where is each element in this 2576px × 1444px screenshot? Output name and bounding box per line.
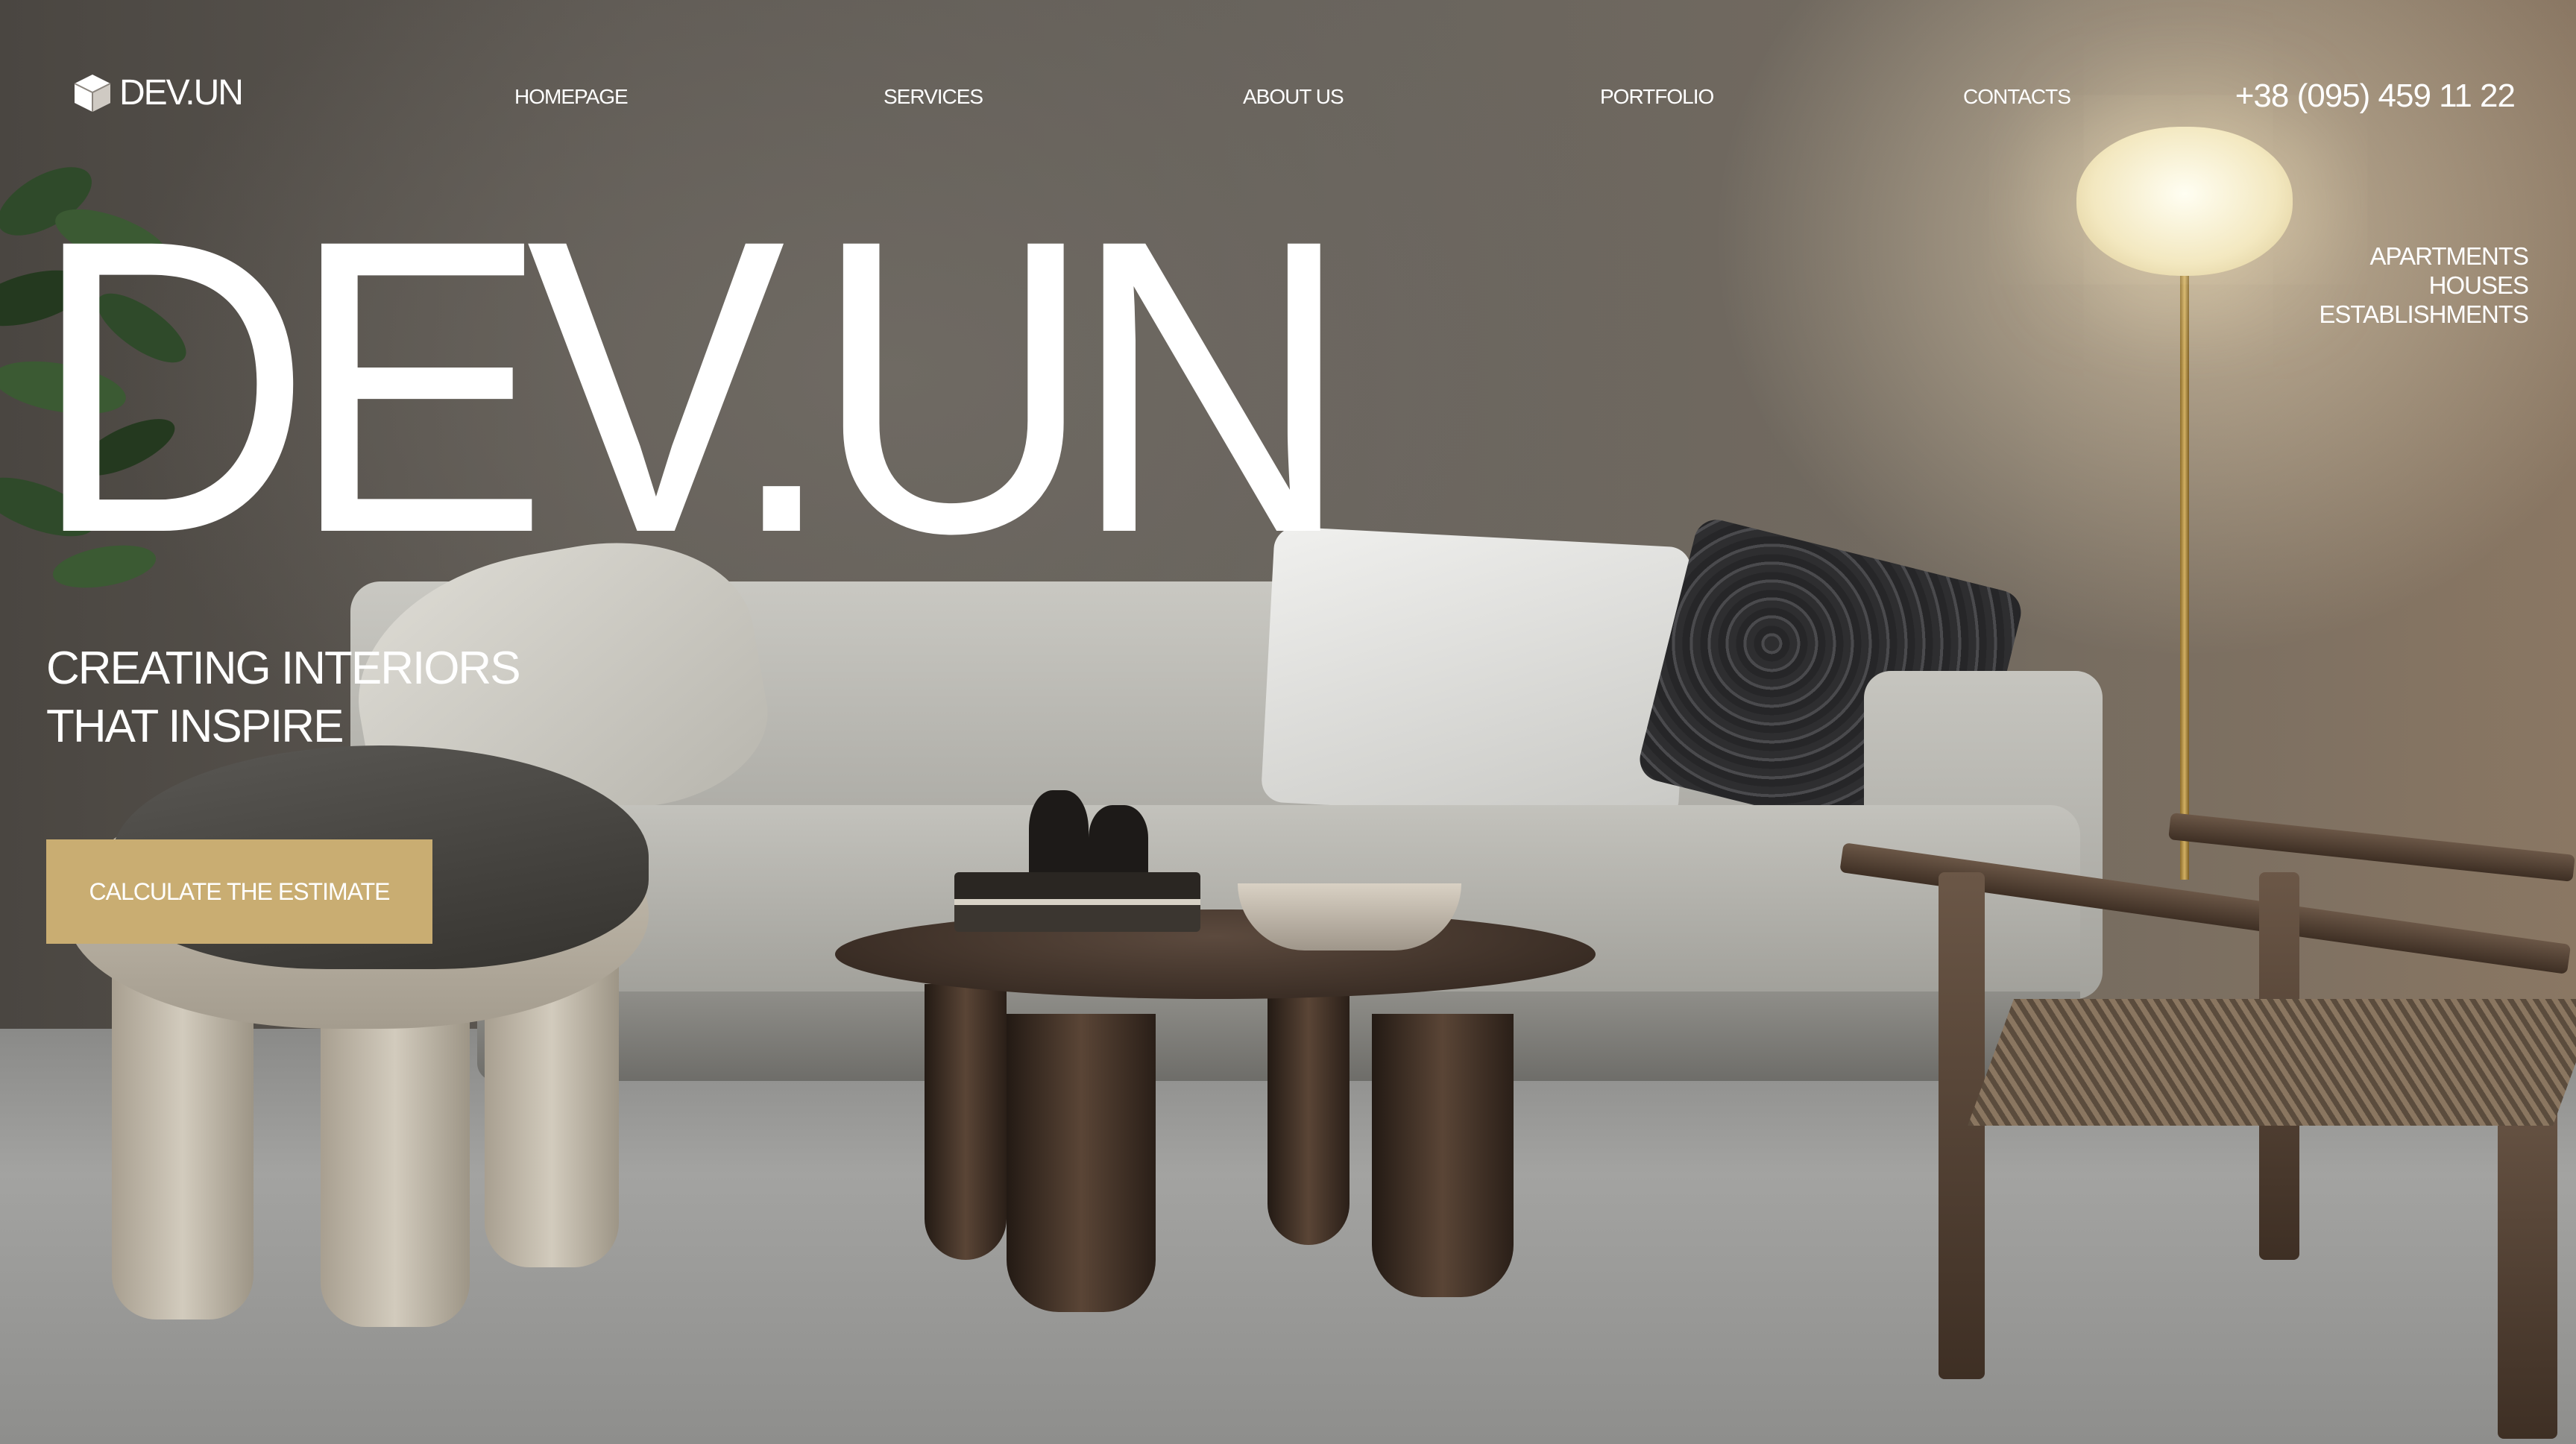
category-apartments[interactable]: APARTMENTS — [2319, 242, 2529, 271]
coffee-table-top — [835, 909, 1596, 999]
table-leg — [1267, 984, 1350, 1245]
decor-bowl — [1238, 883, 1461, 950]
cube-icon — [74, 75, 111, 112]
category-establishments[interactable]: ESTABLISHMENTS — [2319, 300, 2529, 329]
nav-homepage[interactable]: HOMEPAGE — [514, 85, 629, 109]
table-leg — [925, 984, 1007, 1260]
nav-contacts[interactable]: CONTACTS — [1963, 85, 2071, 109]
hero-tagline: CREATING INTERIORS THAT INSPIRE — [46, 640, 521, 756]
category-houses[interactable]: HOUSES — [2319, 271, 2529, 300]
wooden-armchair — [1839, 753, 2576, 1444]
chair-leg — [1939, 872, 1985, 1379]
chair-rattan-seat — [1968, 999, 2576, 1126]
nav-services[interactable]: SERVICES — [884, 85, 983, 109]
chair-armrest — [2168, 813, 2575, 882]
books-stack — [954, 872, 1200, 932]
table-leg — [1372, 1014, 1514, 1297]
tagline-line-2: THAT INSPIRE — [46, 701, 344, 752]
phone-link[interactable]: +38 (095) 459 11 22 — [2235, 78, 2516, 115]
nav-about-us[interactable]: ABOUT US — [1243, 85, 1344, 109]
tagline-line-1: CREATING INTERIORS — [46, 643, 521, 694]
nav-portfolio[interactable]: PORTFOLIO — [1600, 85, 1714, 109]
calculate-estimate-button[interactable]: CALCULATE THE ESTIMATE — [46, 839, 432, 944]
logo-link[interactable]: DEV.UN — [72, 72, 244, 113]
category-list: APARTMENTS HOUSES ESTABLISHMENTS — [2319, 242, 2529, 329]
hero-title: DEV.UN — [31, 153, 1352, 619]
logo-text: DEV.UN — [119, 72, 244, 113]
table-leg — [1007, 1014, 1156, 1312]
